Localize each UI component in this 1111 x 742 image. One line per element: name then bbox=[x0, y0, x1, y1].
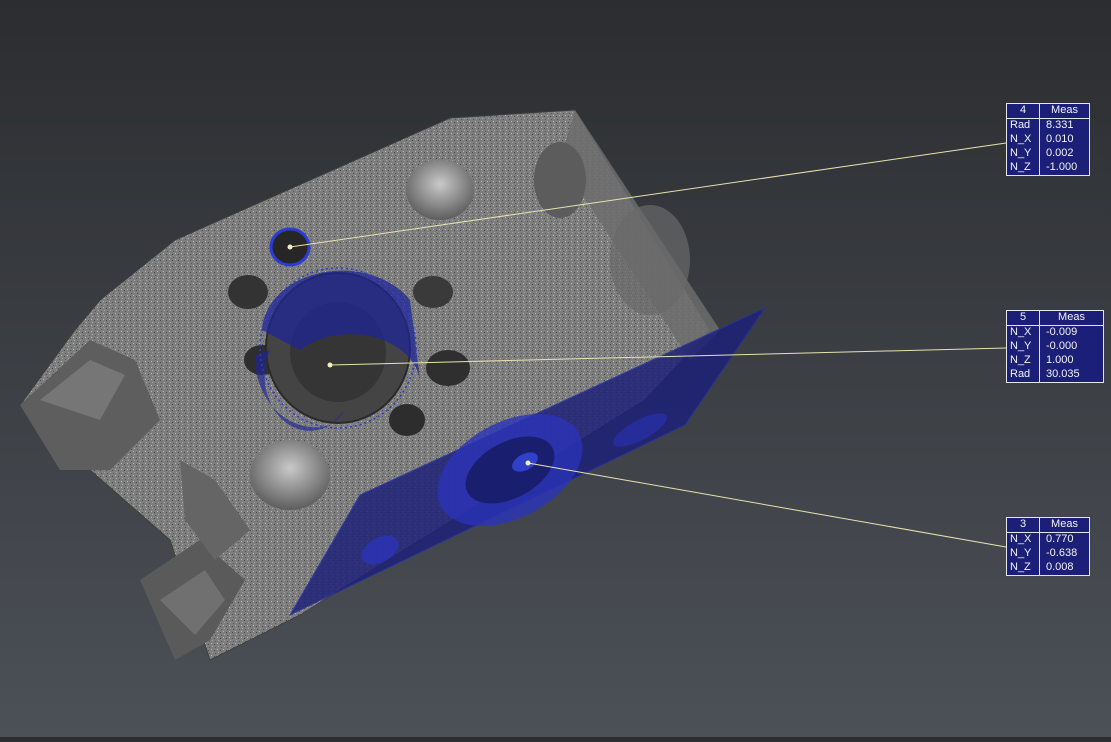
row-value: -0.638 bbox=[1046, 547, 1078, 560]
row-value: 8.331 bbox=[1046, 119, 1074, 132]
row-value: -1.000 bbox=[1046, 161, 1078, 174]
row-key: N_X bbox=[1007, 133, 1040, 147]
measurement-label-3[interactable]: 3 Meas N_X 0.770 N_Y -0.638 N_Z 0.008 bbox=[1006, 517, 1090, 576]
row-value: -0.009 bbox=[1046, 326, 1078, 339]
row-key: N_Z bbox=[1007, 161, 1040, 175]
row-key: N_Z bbox=[1007, 354, 1040, 368]
row-value: 1.000 bbox=[1046, 354, 1074, 367]
row-key: N_X bbox=[1007, 532, 1040, 547]
row-key: N_Y bbox=[1007, 147, 1040, 161]
measurement-label-4[interactable]: 4 Meas Rad 8.331 N_X 0.010 N_Y 0.002 N_Z -1.0… bbox=[1006, 103, 1090, 176]
row-key: N_Z bbox=[1007, 561, 1040, 575]
row-value: -0.000 bbox=[1046, 340, 1078, 353]
row-value: 0.008 bbox=[1046, 561, 1074, 574]
row-key: Rad bbox=[1007, 368, 1040, 382]
part-scan-render[interactable] bbox=[0, 0, 1111, 737]
label-title: Meas bbox=[1039, 311, 1103, 326]
3d-viewport[interactable] bbox=[0, 0, 1111, 737]
measurement-label-5[interactable]: 5 Meas N_X -0.009 N_Y -0.000 N_Z 1.000 Rad 30… bbox=[1006, 310, 1104, 383]
row-key: N_Y bbox=[1007, 547, 1040, 561]
label-id: 5 bbox=[1007, 311, 1040, 326]
row-value: 0.010 bbox=[1046, 133, 1074, 146]
row-value: 0.770 bbox=[1046, 533, 1074, 546]
row-value: 30.035 bbox=[1046, 368, 1080, 381]
row-key: Rad bbox=[1007, 118, 1040, 133]
label-title: Meas bbox=[1039, 104, 1089, 119]
label-id: 3 bbox=[1007, 518, 1040, 533]
label-id: 4 bbox=[1007, 104, 1040, 119]
row-value: 0.002 bbox=[1046, 147, 1074, 160]
label-title: Meas bbox=[1039, 518, 1089, 533]
row-key: N_X bbox=[1007, 325, 1040, 340]
row-key: N_Y bbox=[1007, 340, 1040, 354]
